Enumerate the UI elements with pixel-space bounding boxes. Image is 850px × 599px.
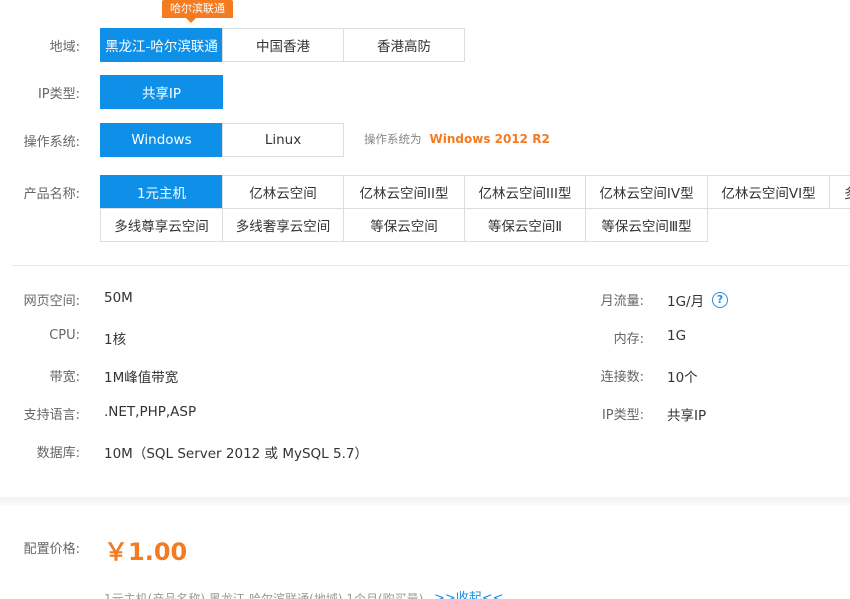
product-option-compliance-2[interactable]: 等保云空间Ⅱ (464, 208, 586, 242)
product-option-more[interactable]: 多 (829, 175, 850, 209)
product-option-compliance[interactable]: 等保云空间 (343, 208, 465, 242)
connections-value: 10个 (667, 370, 698, 386)
languages-label: 支持语言: (23, 408, 80, 423)
web-space-label: 网页空间: (23, 294, 80, 309)
product-option-yilin-4[interactable]: 亿林云空间IV型 (585, 175, 708, 209)
product-option-multiline-premium[interactable]: 多线尊享云空间 (100, 208, 223, 242)
region-option-hongkong[interactable]: 中国香港 (222, 28, 344, 62)
connections-label: 连接数: (600, 370, 644, 385)
region-option-hk-ddos[interactable]: 香港高防 (343, 28, 465, 62)
product-label: 产品名称: (23, 187, 80, 202)
os-option-windows[interactable]: Windows (100, 123, 223, 157)
memory-value: 1G (667, 328, 687, 344)
product-option-yilin-2[interactable]: 亿林云空间II型 (343, 175, 465, 209)
product-option-1yuan[interactable]: 1元主机 (100, 175, 223, 209)
order-summary: 1元主机(产品名称) 黑龙江-哈尔滨联通(地域) 1个月(购买量) (104, 592, 424, 599)
product-option-yilin-3[interactable]: 亿林云空间III型 (464, 175, 586, 209)
bandwidth-value: 1M峰值带宽 (104, 370, 179, 386)
traffic-label: 月流量: (600, 294, 644, 309)
collapse-link[interactable]: >>收起<< (434, 587, 504, 599)
web-space-value: 50M (104, 290, 133, 306)
help-icon[interactable]: ? (712, 292, 728, 308)
os-note-prefix: 操作系统为 (364, 132, 422, 146)
ip-label: IP类型: (601, 408, 644, 423)
cpu-label: CPU: (49, 328, 80, 343)
ip-value: 共享IP (667, 408, 707, 424)
section-separator (0, 497, 850, 505)
traffic-value: 1G/月 (667, 294, 705, 310)
languages-value: .NET,PHP,ASP (104, 404, 197, 420)
price-label: 配置价格: (23, 542, 80, 557)
product-option-yilin-6[interactable]: 亿林云空间VI型 (707, 175, 830, 209)
region-badge: 哈尔滨联通 (162, 0, 233, 23)
memory-label: 内存: (613, 332, 644, 347)
os-label: 操作系统: (23, 135, 80, 150)
product-option-multiline-luxury[interactable]: 多线奢享云空间 (222, 208, 344, 242)
os-option-linux[interactable]: Linux (222, 123, 344, 157)
database-label: 数据库: (36, 446, 80, 461)
ip-type-option-shared[interactable]: 共享IP (100, 75, 223, 109)
database-value: 10M（SQL Server 2012 或 MySQL 5.7） (104, 446, 368, 462)
os-note-value: Windows 2012 R2 (429, 132, 550, 146)
region-label: 地域: (49, 40, 80, 55)
ip-type-label: IP类型: (37, 87, 80, 102)
bandwidth-label: 带宽: (49, 370, 80, 385)
cpu-value: 1核 (104, 332, 127, 348)
region-option-heilongjiang[interactable]: 黑龙江-哈尔滨联通 (100, 28, 223, 62)
price-value: ￥1.00 (104, 538, 188, 566)
product-option-compliance-3[interactable]: 等保云空间Ⅲ型 (585, 208, 708, 242)
divider (12, 265, 850, 266)
product-option-yilin[interactable]: 亿林云空间 (222, 175, 344, 209)
os-note: 操作系统为 Windows 2012 R2 (364, 131, 550, 147)
